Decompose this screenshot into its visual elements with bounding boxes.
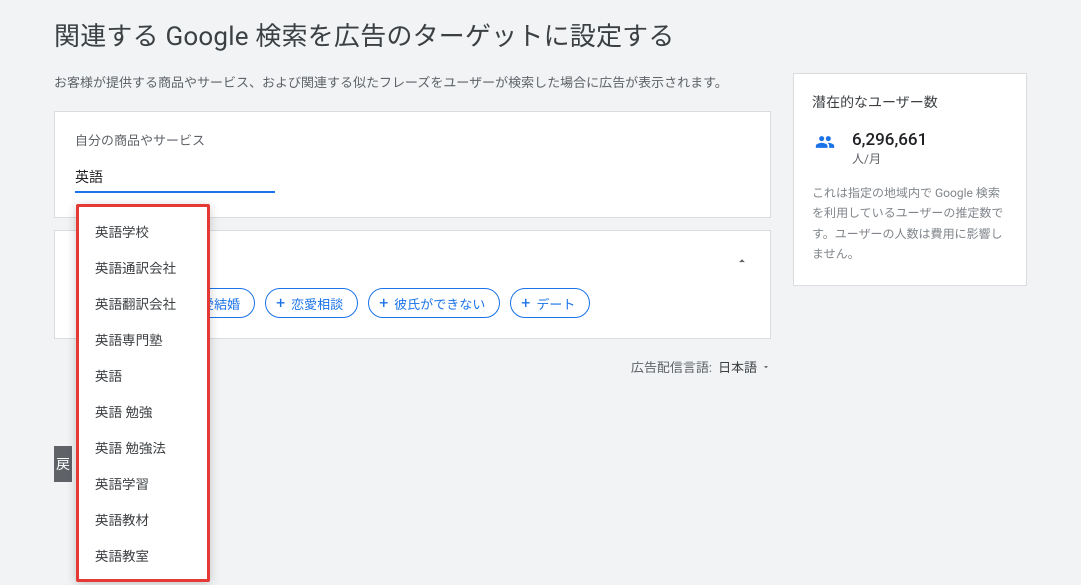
language-label: 広告配信言語:: [631, 357, 712, 376]
audience-title: 潜在的なユーザー数: [812, 92, 1008, 112]
autocomplete-item[interactable]: 英語教室: [79, 537, 207, 573]
autocomplete-item[interactable]: 英語: [79, 357, 207, 393]
dropdown-arrow-icon: [761, 362, 771, 372]
chip-label: 彼氏ができない: [394, 294, 485, 313]
keyword-input[interactable]: [75, 167, 275, 193]
collapse-button[interactable]: [730, 249, 754, 273]
language-value: 日本語: [718, 357, 757, 376]
plus-icon: +: [521, 295, 530, 311]
page-description: お客様が提供する商品やサービス、および関連する似たフレーズをユーザーが検索した場…: [54, 73, 771, 95]
plus-icon: +: [379, 295, 388, 311]
autocomplete-item[interactable]: 英語学習: [79, 465, 207, 501]
autocomplete-dropdown: 英語学校英語通訳会社英語翻訳会社英語専門塾英語英語 勉強英語 勉強法英語学習英語…: [76, 204, 210, 582]
autocomplete-item[interactable]: 英語 勉強: [79, 393, 207, 429]
chip-label: 恋愛相談: [291, 294, 343, 313]
people-icon: [812, 132, 838, 152]
suggestion-chip[interactable]: + 彼氏ができない: [368, 288, 500, 318]
keyword-input-card: 自分の商品やサービス: [54, 111, 771, 218]
back-button[interactable]: 戻: [54, 446, 72, 482]
plus-icon: +: [276, 295, 285, 311]
suggestion-chip[interactable]: + 恋愛相談: [265, 288, 358, 318]
autocomplete-item[interactable]: 英語専門塾: [79, 321, 207, 357]
autocomplete-item[interactable]: 英語 勉強法: [79, 429, 207, 465]
audience-unit: 人/月: [852, 150, 927, 167]
chip-label: デート: [536, 294, 575, 313]
audience-count: 6,296,661: [852, 130, 927, 150]
autocomplete-item[interactable]: 英語学校: [79, 213, 207, 249]
audience-note: これは指定の地域内で Google 検索を利用しているユーザーの推定数です。ユー…: [812, 183, 1008, 265]
audience-estimate-card: 潜在的なユーザー数 6,296,661 人/月 これは指定の地域内で Googl…: [793, 73, 1027, 286]
autocomplete-item[interactable]: 英語通訳会社: [79, 249, 207, 285]
autocomplete-item[interactable]: 英語教材: [79, 501, 207, 537]
keyword-field-label: 自分の商品やサービス: [75, 130, 750, 149]
suggestion-chip[interactable]: + デート: [510, 288, 590, 318]
autocomplete-item[interactable]: 英語翻訳会社: [79, 285, 207, 321]
page-title: 関連する Google 検索を広告のターゲットに設定する: [54, 16, 1027, 53]
chevron-up-icon: [735, 254, 749, 268]
